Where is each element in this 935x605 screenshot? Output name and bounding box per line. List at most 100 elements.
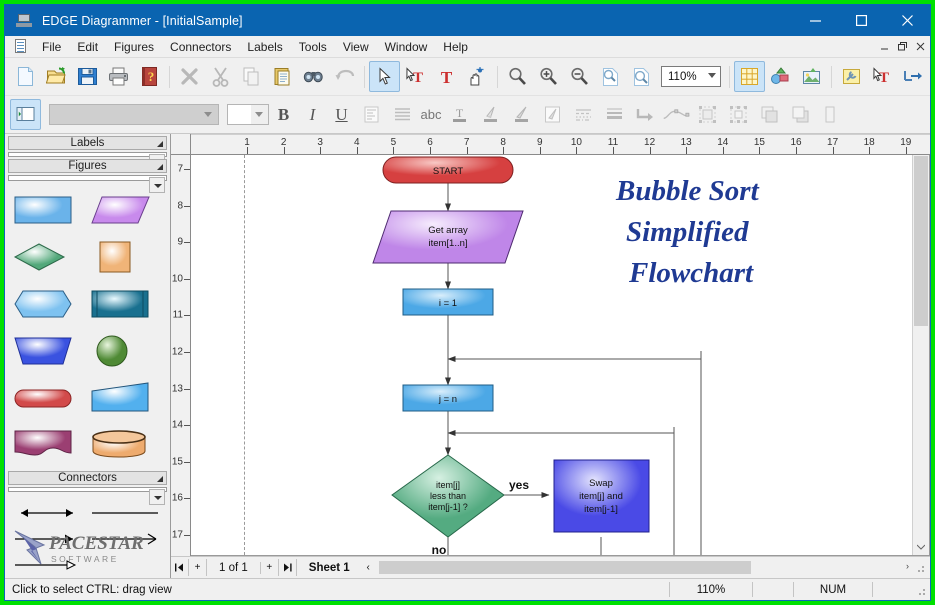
print-icon[interactable] bbox=[103, 61, 134, 92]
cut-icon[interactable] bbox=[205, 61, 236, 92]
text-options-icon[interactable]: T bbox=[867, 61, 898, 92]
connectors-group-header[interactable]: Connectors bbox=[8, 471, 167, 485]
mdi-restore-button[interactable] bbox=[894, 39, 910, 55]
rounded-bar-figure[interactable] bbox=[13, 375, 90, 422]
zoom-in-icon[interactable] bbox=[533, 61, 564, 92]
horizontal-ruler[interactable]: 1234567891011121314151617181920 bbox=[191, 134, 930, 155]
sheet-tab[interactable]: Sheet 1 bbox=[297, 562, 360, 574]
plain-line-connector[interactable] bbox=[88, 506, 165, 520]
select-text-tool-icon[interactable]: T bbox=[400, 61, 431, 92]
group-icon[interactable] bbox=[692, 99, 723, 130]
resize-grip[interactable] bbox=[913, 583, 927, 597]
help-icon[interactable]: ? bbox=[134, 61, 165, 92]
point-tool-icon[interactable] bbox=[462, 61, 493, 92]
arrow-style-icon[interactable] bbox=[630, 99, 661, 130]
line-style-icon[interactable] bbox=[568, 99, 599, 130]
vertical-ruler[interactable]: 789101112131415161718 bbox=[171, 155, 191, 556]
fill-color-icon[interactable] bbox=[475, 99, 506, 130]
preferences-icon[interactable] bbox=[836, 61, 867, 92]
scroll-left-button[interactable]: ‹ bbox=[360, 559, 377, 576]
delete-icon[interactable] bbox=[174, 61, 205, 92]
find-icon[interactable] bbox=[298, 61, 329, 92]
window-maximize-button[interactable] bbox=[838, 5, 884, 36]
square-figure[interactable] bbox=[90, 234, 167, 281]
menu-figures[interactable]: Figures bbox=[107, 38, 161, 56]
grid-icon[interactable] bbox=[734, 61, 765, 92]
window-close-button[interactable] bbox=[884, 5, 930, 36]
ungroup-icon[interactable] bbox=[723, 99, 754, 130]
parallelogram-figure[interactable] bbox=[90, 187, 167, 234]
figures-group-header[interactable]: Figures bbox=[8, 159, 167, 173]
copy-icon[interactable] bbox=[236, 61, 267, 92]
align-objects-icon[interactable] bbox=[816, 99, 847, 130]
align-left-icon[interactable] bbox=[356, 99, 387, 130]
background-icon[interactable] bbox=[796, 61, 827, 92]
bring-front-icon[interactable] bbox=[754, 99, 785, 130]
box3d-figure[interactable] bbox=[90, 281, 167, 328]
panel-toggle-icon[interactable] bbox=[10, 99, 41, 130]
line-weight-icon[interactable] bbox=[599, 99, 630, 130]
rectangle-figure[interactable] bbox=[13, 187, 90, 234]
font-size-combo[interactable] bbox=[227, 104, 269, 125]
scrollbar-thumb[interactable] bbox=[914, 156, 928, 326]
align-justify-icon[interactable] bbox=[387, 99, 418, 130]
menu-window[interactable]: Window bbox=[378, 38, 435, 56]
font-family-combo[interactable] bbox=[49, 104, 219, 125]
document-icon[interactable] bbox=[14, 39, 28, 54]
curve-style-icon[interactable] bbox=[661, 99, 692, 130]
paste-icon[interactable] bbox=[267, 61, 298, 92]
first-page-button[interactable] bbox=[171, 559, 189, 576]
menu-tools[interactable]: Tools bbox=[292, 38, 334, 56]
send-back-icon[interactable] bbox=[785, 99, 816, 130]
trapezoid-figure[interactable] bbox=[13, 328, 90, 375]
menu-help[interactable]: Help bbox=[436, 38, 475, 56]
diagram-canvas[interactable]: START Get array item[1..n] i = 1 bbox=[191, 155, 930, 556]
open-icon[interactable] bbox=[41, 61, 72, 92]
document-figure[interactable] bbox=[13, 422, 90, 469]
line-color-icon[interactable] bbox=[506, 99, 537, 130]
cylinder-figure[interactable] bbox=[90, 422, 167, 469]
fit-width-icon[interactable] bbox=[626, 61, 657, 92]
skew-rect-figure[interactable] bbox=[90, 375, 167, 422]
underline-button[interactable]: U bbox=[327, 100, 356, 129]
labels-combo[interactable] bbox=[8, 152, 167, 157]
connectors-combo[interactable] bbox=[8, 487, 167, 492]
labels-group-header[interactable]: Labels bbox=[8, 136, 167, 150]
connector-options-icon[interactable] bbox=[898, 61, 929, 92]
menu-file[interactable]: File bbox=[35, 38, 68, 56]
menu-connectors[interactable]: Connectors bbox=[163, 38, 238, 56]
next-page-button[interactable]: + bbox=[261, 559, 279, 576]
scroll-down-icon[interactable] bbox=[913, 539, 929, 555]
prev-page-button[interactable]: + bbox=[189, 559, 207, 576]
select-tool-icon[interactable] bbox=[369, 61, 400, 92]
hexagon-figure[interactable] bbox=[13, 281, 90, 328]
spell-check-button[interactable]: abc bbox=[418, 107, 444, 122]
save-icon[interactable] bbox=[72, 61, 103, 92]
text-color-icon[interactable]: T bbox=[444, 99, 475, 130]
menu-edit[interactable]: Edit bbox=[70, 38, 105, 56]
zoom-icon[interactable] bbox=[502, 61, 533, 92]
new-icon[interactable] bbox=[10, 61, 41, 92]
zoom-level-combo[interactable]: 110% bbox=[661, 66, 721, 87]
bold-button[interactable]: B bbox=[269, 100, 298, 129]
zoom-out-icon[interactable] bbox=[564, 61, 595, 92]
menu-labels[interactable]: Labels bbox=[240, 38, 289, 56]
menu-view[interactable]: View bbox=[336, 38, 376, 56]
scroll-right-icon[interactable]: › bbox=[906, 561, 909, 571]
figures-combo[interactable] bbox=[8, 175, 167, 180]
undo-icon[interactable] bbox=[329, 61, 360, 92]
mdi-minimize-button[interactable] bbox=[876, 39, 892, 55]
canvas-vertical-scrollbar[interactable] bbox=[912, 155, 929, 555]
figure-style-icon[interactable] bbox=[765, 61, 796, 92]
last-page-button[interactable] bbox=[279, 559, 297, 576]
horizontal-scrollbar[interactable]: › bbox=[379, 560, 911, 575]
circle-figure[interactable] bbox=[90, 328, 167, 375]
hscrollbar-thumb[interactable] bbox=[379, 561, 752, 574]
fit-page-icon[interactable] bbox=[595, 61, 626, 92]
window-minimize-button[interactable] bbox=[792, 5, 838, 36]
double-arrow-connector[interactable] bbox=[11, 506, 88, 520]
text-tool-icon[interactable]: T bbox=[431, 61, 462, 92]
shadow-icon[interactable] bbox=[537, 99, 568, 130]
italic-button[interactable]: I bbox=[298, 100, 327, 129]
diamond-figure[interactable] bbox=[13, 234, 90, 281]
